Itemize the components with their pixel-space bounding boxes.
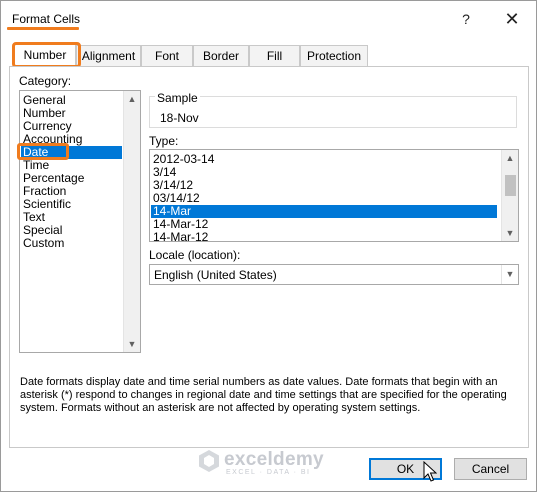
scroll-up-arrow-icon[interactable]: ▲ (502, 150, 518, 166)
locale-label: Locale (location): (149, 248, 241, 262)
tab-protection[interactable]: Protection (300, 45, 368, 67)
type-label: Type: (149, 134, 179, 148)
tab-font[interactable]: Font (141, 45, 193, 67)
type-item[interactable]: 14-Mar-12 (151, 231, 208, 244)
sample-value: 18-Nov (160, 111, 199, 125)
category-label: Category: (19, 74, 72, 88)
type-scrollbar[interactable]: ▲ ▼ (501, 150, 518, 241)
category-item-custom[interactable]: Custom (23, 237, 64, 250)
tab-alignment[interactable]: Alignment (76, 45, 141, 67)
tab-fill[interactable]: Fill (249, 45, 300, 67)
help-button[interactable]: ? (456, 11, 476, 29)
exceldemy-watermark: exceldemy EXCEL · DATA · BI (198, 449, 348, 481)
exceldemy-logo-icon (199, 450, 219, 472)
tab-border[interactable]: Border (193, 45, 249, 67)
title-bar: Format Cells ? ✕ (1, 1, 536, 37)
type-listbox[interactable]: 2012-03-14 3/14 3/14/12 03/14/12 14-Mar … (149, 149, 519, 244)
sample-label: Sample (155, 91, 200, 105)
dialog-title: Format Cells (12, 12, 81, 26)
watermark-name: exceldemy (224, 449, 324, 470)
sample-group (149, 96, 517, 128)
locale-value: English (United States) (154, 268, 277, 282)
title-highlight-underline (7, 27, 79, 30)
category-scrollbar[interactable]: ▲ ▼ (123, 91, 140, 352)
close-button[interactable]: ✕ (501, 10, 523, 30)
scroll-down-arrow-icon[interactable]: ▼ (502, 225, 518, 241)
format-cells-dialog: Format Cells ? ✕ Number Alignment Font B… (0, 0, 537, 492)
watermark-tagline: EXCEL · DATA · BI (226, 469, 311, 476)
scroll-down-arrow-icon[interactable]: ▼ (124, 336, 140, 352)
format-description: Date formats display date and time seria… (20, 376, 507, 414)
tab-number[interactable]: Number (14, 44, 76, 68)
chevron-down-icon[interactable]: ▼ (501, 265, 518, 284)
locale-dropdown[interactable]: English (United States) ▼ (149, 264, 519, 285)
scroll-thumb[interactable] (505, 175, 516, 196)
category-listbox[interactable]: General Number Currency Accounting Date … (19, 90, 141, 353)
cancel-button[interactable]: Cancel (454, 458, 527, 480)
mouse-pointer-icon (423, 461, 437, 482)
scroll-up-arrow-icon[interactable]: ▲ (124, 91, 140, 107)
